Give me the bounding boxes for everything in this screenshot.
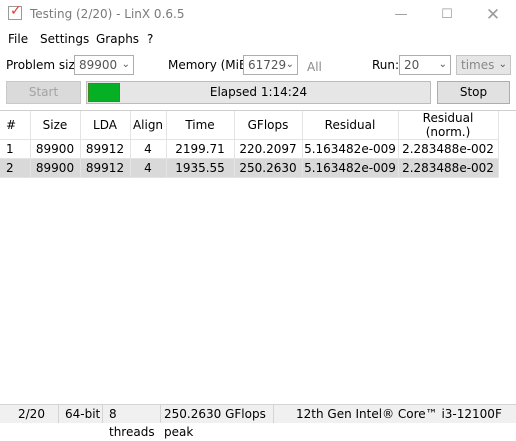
problem-size-select[interactable]: 89900 ⌄ — [74, 55, 134, 75]
status-threads: 8 threads — [102, 405, 160, 439]
table-cell: 89900 — [30, 139, 81, 159]
minimize-icon[interactable]: — — [378, 0, 424, 30]
chevron-down-icon: ⌄ — [438, 59, 447, 70]
results-table: # Size LDA Align Time GFlops Residual Residual … — [0, 110, 516, 404]
table-cell: 4 — [130, 158, 167, 178]
run-label: Run: — [372, 58, 400, 72]
table-cell: 2199.71 — [166, 139, 235, 159]
column-header[interactable]: Residual (norm.) — [398, 111, 499, 140]
column-header[interactable]: Size — [30, 111, 81, 140]
column-header[interactable]: # — [0, 111, 31, 140]
status-peak: 250.2630 GFlops peak — [160, 405, 273, 439]
table-cell: 2.283488e-002 — [398, 139, 499, 159]
column-header[interactable]: Time — [166, 111, 235, 140]
chevron-down-icon: ⌄ — [498, 59, 507, 70]
table-cell: 89900 — [30, 158, 81, 178]
table-cell: 5.163482e-009 — [302, 139, 399, 159]
all-button[interactable]: All — [307, 60, 322, 74]
start-button[interactable]: Start — [6, 81, 81, 104]
table-cell: 89912 — [80, 139, 131, 159]
stop-button[interactable]: Stop — [437, 81, 510, 104]
status-bar: 2/20 64-bit 8 threads 250.2630 GFlops pe… — [0, 404, 516, 439]
menu-graphs[interactable]: Graphs — [96, 32, 139, 46]
close-icon[interactable]: ✕ — [470, 0, 516, 30]
chevron-down-icon: ⌄ — [285, 59, 294, 70]
progress-bar: Elapsed 1:14:24 — [86, 81, 431, 104]
status-cpu: 12th Gen Intel® Core™ i3-12100F — [273, 405, 516, 423]
table-cell: 1 — [0, 139, 31, 159]
table-cell: 220.2097 — [234, 139, 303, 159]
table-row[interactable]: 1 89900 89912 4 2199.71 220.2097 5.163482e-009… — [0, 139, 499, 159]
app-icon — [8, 3, 22, 20]
status-progress: 2/20 — [18, 407, 45, 421]
run-unit-value: times — [461, 58, 495, 72]
table-row[interactable]: 2 89900 89912 4 1935.55 250.2630 5.163482e-009… — [0, 158, 499, 178]
elapsed-text: Elapsed 1:14:24 — [209, 85, 308, 99]
table-cell: 250.2630 — [234, 158, 303, 178]
table-cell: 89912 — [80, 158, 131, 178]
maximize-icon[interactable]: ☐ — [424, 0, 470, 30]
linx-window: Testing (2/20) - LinX 0.6.5 — ☐ ✕ File S… — [0, 0, 516, 439]
table-cell: 1935.55 — [166, 158, 235, 178]
column-header[interactable]: GFlops — [234, 111, 303, 140]
status-bits: 64-bit — [58, 405, 102, 423]
memory-value: 61729 — [248, 58, 287, 72]
column-header[interactable]: Align — [130, 111, 167, 140]
table-cell: 4 — [130, 139, 167, 159]
chevron-down-icon: ⌄ — [121, 59, 130, 70]
memory-select[interactable]: 61729 ⌄ — [243, 55, 298, 75]
menu-help[interactable]: ? — [147, 32, 153, 46]
run-count-value: 20 — [404, 58, 420, 72]
column-header[interactable]: LDA — [80, 111, 131, 140]
table-cell: 5.163482e-009 — [302, 158, 399, 178]
run-count-select[interactable]: 20 ⌄ — [399, 55, 451, 75]
menu-file[interactable]: File — [8, 32, 28, 46]
menu-bar: File Settings Graphs ? — [0, 30, 516, 50]
problem-size-value: 89900 — [79, 58, 118, 72]
run-unit-select[interactable]: times ⌄ — [456, 55, 511, 75]
column-header[interactable]: Residual — [302, 111, 399, 140]
menu-settings[interactable]: Settings — [40, 32, 89, 46]
title-bar: Testing (2/20) - LinX 0.6.5 — ☐ ✕ — [0, 0, 516, 30]
table-cell: 2.283488e-002 — [398, 158, 499, 178]
table-header-row: # Size LDA Align Time GFlops Residual Residual … — [0, 111, 499, 140]
table-cell: 2 — [0, 158, 31, 178]
window-title: Testing (2/20) - LinX 0.6.5 — [30, 7, 185, 21]
